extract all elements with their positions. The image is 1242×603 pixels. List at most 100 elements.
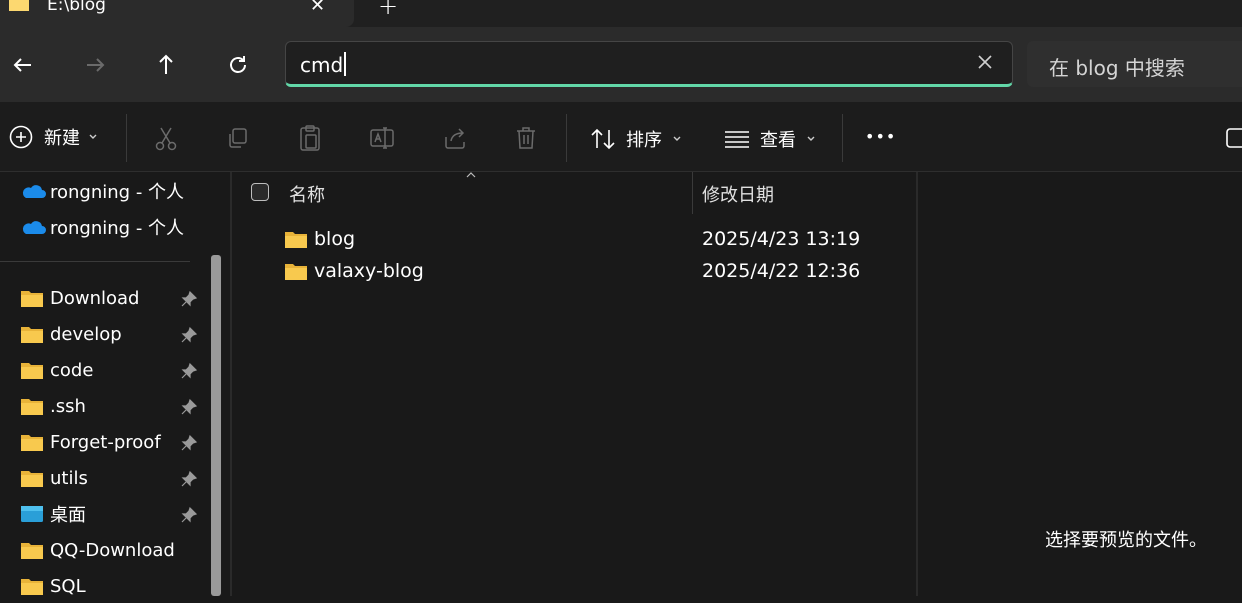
file-name: blog [314, 228, 356, 250]
pin-icon[interactable] [180, 362, 198, 380]
column-divider[interactable] [692, 172, 693, 214]
arrow-left-icon [13, 58, 31, 72]
folder-icon [21, 435, 43, 451]
sidebar-item-label: utils [50, 467, 88, 489]
folder-icon [21, 291, 43, 307]
sidebar-item-label: rongning - 个人 [50, 182, 185, 203]
folder-icon [21, 543, 43, 559]
search-input[interactable]: 在 blog 中搜索 [1049, 52, 1185, 81]
arrow-right-icon [87, 58, 105, 72]
sidebar-item-label: QQ-Download [50, 539, 175, 561]
toolbar-separator [126, 114, 127, 162]
folder-icon [21, 327, 43, 343]
share-button[interactable] [442, 125, 468, 155]
folder-icon [21, 399, 43, 415]
sidebar-item-onedrive-2[interactable]: rongning - 个人 [20, 210, 184, 244]
sidebar-item-desktop[interactable]: 桌面 [20, 497, 86, 531]
address-input[interactable]: cmd [300, 52, 347, 77]
column-header-name[interactable]: 名称 [289, 181, 325, 207]
address-bar[interactable]: cmd [285, 41, 1013, 87]
close-tab-button[interactable]: ✕ [310, 0, 325, 16]
new-button-label: 新建 [44, 128, 80, 149]
rename-button[interactable] [369, 125, 395, 155]
folder-icon [21, 363, 43, 379]
up-button[interactable] [146, 45, 186, 85]
back-button[interactable] [3, 45, 43, 85]
details-pane-button[interactable] [1226, 127, 1242, 153]
toolbar-separator [566, 114, 567, 162]
search-box[interactable]: 在 blog 中搜索 [1027, 41, 1242, 87]
sidebar-item-onedrive-1[interactable]: rongning - 个人 [20, 174, 184, 208]
pin-icon[interactable] [180, 290, 198, 308]
folder-icon [21, 471, 43, 487]
sidebar-item-label: 桌面 [50, 505, 86, 526]
copy-icon [229, 128, 247, 148]
sort-button-label: 排序 [626, 130, 662, 151]
sidebar-item-label: develop [50, 323, 122, 345]
folder-icon [8, 0, 30, 16]
pin-icon[interactable] [180, 434, 198, 452]
sidebar-item-label: rongning - 个人 [50, 218, 185, 239]
panel-icon [1226, 128, 1242, 148]
chevron-down-icon [89, 134, 97, 139]
cut-button[interactable] [154, 126, 178, 156]
pin-icon[interactable] [180, 326, 198, 344]
sidebar-item-qq-download[interactable]: QQ-Download [20, 533, 175, 567]
sidebar-item-label: Download [50, 287, 140, 309]
forward-button[interactable] [75, 45, 115, 85]
onedrive-cloud-icon [22, 221, 46, 234]
text-caret [344, 52, 347, 76]
sidebar-item-label: code [50, 359, 94, 381]
preview-empty-message: 选择要预览的文件。 [1045, 530, 1207, 551]
clear-address-button[interactable] [976, 53, 994, 75]
column-header-modified[interactable]: 修改日期 [702, 181, 774, 207]
arrow-up-icon [159, 54, 173, 74]
sidebar-item-label: Forget-proof [50, 431, 161, 453]
sidebar-divider [0, 261, 190, 262]
file-row-blog[interactable]: blog [284, 224, 355, 254]
sort-arrows-icon [591, 128, 615, 150]
copy-button[interactable] [226, 126, 250, 154]
close-icon [978, 55, 992, 69]
select-all-checkbox[interactable] [251, 183, 269, 201]
refresh-button[interactable] [218, 45, 258, 85]
paste-button[interactable] [298, 124, 322, 156]
onedrive-cloud-icon [22, 185, 46, 198]
file-row-valaxy-blog[interactable]: valaxy-blog [284, 256, 424, 286]
folder-icon [285, 264, 307, 280]
delete-button[interactable] [514, 125, 538, 155]
refresh-icon [230, 56, 246, 73]
sidebar-item-develop[interactable]: develop [20, 317, 122, 351]
sidebar-item-code[interactable]: code [20, 353, 93, 387]
preview-pane-divider[interactable] [916, 172, 918, 596]
sort-ascending-icon [466, 172, 476, 178]
chevron-down-icon [673, 136, 681, 141]
new-tab-button[interactable]: + [378, 0, 398, 20]
address-input-value: cmd [300, 53, 344, 77]
sidebar-item-forget-proof[interactable]: Forget-proof [20, 425, 161, 459]
share-icon [445, 128, 465, 149]
file-modified-date: 2025/4/23 13:19 [702, 228, 861, 250]
pin-icon[interactable] [180, 398, 198, 416]
sidebar-item-sql[interactable]: SQL [20, 569, 86, 603]
pin-icon[interactable] [180, 470, 198, 488]
chevron-down-icon [807, 136, 815, 141]
more-options-button[interactable]: ••• [865, 127, 896, 146]
sort-button[interactable]: 排序 [590, 126, 682, 152]
sidebar-item-download[interactable]: Download [20, 281, 139, 315]
sidebar-item-utils[interactable]: utils [20, 461, 88, 495]
plus-circle-icon [9, 125, 33, 149]
folder-icon [21, 579, 43, 595]
sidebar-scrollbar-thumb[interactable] [211, 255, 221, 596]
view-button-label: 查看 [760, 130, 796, 151]
tab-title: E:\blog [47, 0, 106, 15]
desktop-icon [21, 506, 43, 522]
sidebar-item-ssh[interactable]: .ssh [20, 389, 86, 423]
tab-active[interactable]: E:\blog ✕ [0, 0, 354, 27]
view-button[interactable]: 查看 [724, 126, 816, 152]
pin-icon[interactable] [180, 506, 198, 524]
file-name: valaxy-blog [314, 260, 424, 282]
clipboard-icon [300, 125, 320, 151]
new-button[interactable]: 新建 [8, 124, 98, 150]
pane-divider[interactable] [230, 172, 232, 596]
